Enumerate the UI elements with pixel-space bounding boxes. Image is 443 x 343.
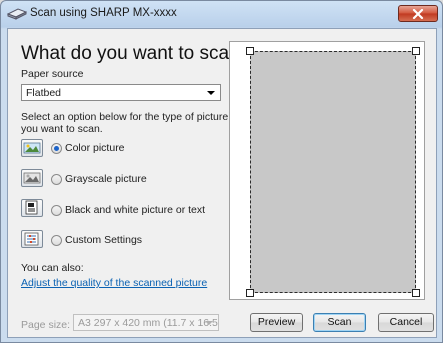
- page-size-label: Page size:: [21, 319, 71, 331]
- close-icon: [412, 8, 424, 19]
- custom-settings-label[interactable]: Custom Settings: [65, 234, 142, 246]
- scan-region-handle-top-left[interactable]: [246, 47, 254, 55]
- scan-type-description: Select an option below for the type of p…: [21, 111, 229, 135]
- paper-source-value: Flatbed: [26, 87, 62, 99]
- scan-button[interactable]: Scan: [313, 313, 366, 332]
- scan-region[interactable]: [250, 51, 416, 293]
- page-size-value: A3 297 x 420 mm (11.7 x 16.5 in: [78, 317, 219, 329]
- color-picture-label[interactable]: Color picture: [65, 142, 125, 154]
- color-picture-icon[interactable]: [21, 139, 43, 157]
- scanner-icon: [7, 8, 27, 20]
- grayscale-picture-radio[interactable]: [51, 174, 62, 185]
- color-picture-radio[interactable]: [51, 143, 62, 154]
- chevron-down-icon: [207, 91, 215, 95]
- adjust-quality-link[interactable]: Adjust the quality of the scanned pictur…: [21, 277, 207, 289]
- window-title: Scan using SHARP MX-xxxx: [30, 7, 177, 19]
- scan-region-handle-top-right[interactable]: [412, 47, 420, 55]
- paper-source-select[interactable]: Flatbed: [21, 84, 221, 101]
- black-white-text-label[interactable]: Black and white picture or text: [65, 204, 205, 216]
- you-can-also-label: You can also:: [21, 262, 84, 274]
- custom-settings-radio[interactable]: [51, 235, 62, 246]
- scan-region-handle-bottom-left[interactable]: [246, 289, 254, 297]
- scan-region-handle-bottom-right[interactable]: [412, 289, 420, 297]
- grayscale-picture-icon[interactable]: [21, 169, 43, 187]
- grayscale-picture-label[interactable]: Grayscale picture: [65, 173, 147, 185]
- chevron-down-icon: [205, 321, 213, 325]
- black-white-text-icon[interactable]: [21, 199, 43, 217]
- title-bar[interactable]: Scan using SHARP MX-xxxx: [1, 1, 442, 27]
- page-title: What do you want to scan?: [21, 43, 251, 64]
- black-white-text-radio[interactable]: [51, 205, 62, 216]
- paper-source-label: Paper source: [21, 68, 84, 80]
- preview-button[interactable]: Preview: [250, 313, 303, 332]
- close-button[interactable]: [398, 5, 438, 22]
- page-size-select[interactable]: A3 297 x 420 mm (11.7 x 16.5 in: [73, 314, 219, 331]
- cancel-button[interactable]: Cancel: [378, 313, 434, 332]
- custom-settings-icon[interactable]: [21, 230, 43, 248]
